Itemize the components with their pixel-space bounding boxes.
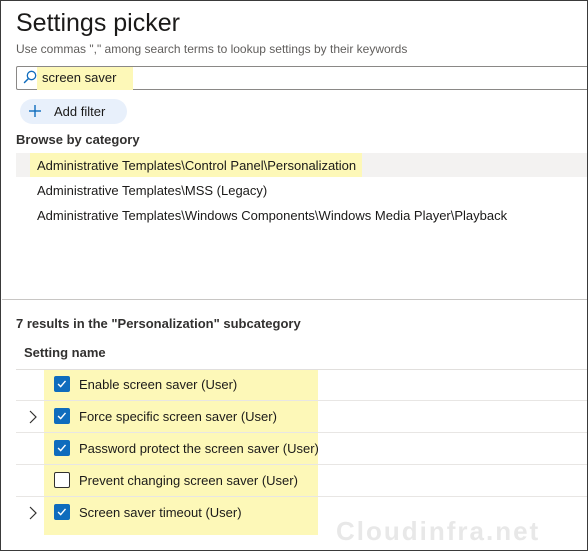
- category-item-media-player-playback[interactable]: Administrative Templates\Windows Compone…: [16, 203, 587, 227]
- checkbox-checked[interactable]: [54, 376, 70, 392]
- page-subtitle: Use commas "," among search terms to loo…: [16, 42, 408, 56]
- plus-icon: [29, 105, 41, 117]
- category-label: Administrative Templates\Control Panel\P…: [37, 158, 357, 173]
- setting-row[interactable]: Password protect the screen saver (User): [16, 433, 587, 465]
- search-value: screen saver: [42, 70, 117, 85]
- column-header-setting-name[interactable]: Setting name: [24, 345, 106, 360]
- category-item-mss-legacy[interactable]: Administrative Templates\MSS (Legacy): [16, 178, 587, 202]
- search-icon: [23, 70, 37, 84]
- chevron-right-icon[interactable]: [26, 505, 40, 521]
- checkbox-checked[interactable]: [54, 408, 70, 424]
- setting-row[interactable]: Prevent changing screen saver (User): [16, 465, 587, 497]
- search-input[interactable]: screen saver: [16, 66, 587, 90]
- setting-row[interactable]: Force specific screen saver (User): [16, 401, 587, 433]
- panel-divider[interactable]: [2, 299, 587, 300]
- browse-by-category-label: Browse by category: [16, 132, 140, 147]
- results-summary: 7 results in the "Personalization" subca…: [16, 316, 301, 331]
- chevron-right-icon[interactable]: [26, 409, 40, 425]
- checkbox-checked[interactable]: [54, 440, 70, 456]
- category-item-personalization[interactable]: Administrative Templates\Control Panel\P…: [16, 153, 587, 177]
- page-title: Settings picker: [16, 9, 180, 37]
- add-filter-label: Add filter: [54, 104, 106, 119]
- setting-label: Prevent changing screen saver (User): [79, 473, 298, 488]
- setting-row[interactable]: Enable screen saver (User): [16, 369, 587, 401]
- checkmark-icon: [57, 508, 67, 516]
- checkmark-icon: [57, 412, 67, 420]
- checkbox-checked[interactable]: [54, 504, 70, 520]
- setting-label: Enable screen saver (User): [79, 377, 238, 392]
- checkmark-icon: [57, 380, 67, 388]
- settings-picker-panel: Settings picker Use commas "," among sea…: [0, 0, 588, 551]
- setting-label: Password protect the screen saver (User): [79, 441, 319, 456]
- watermark-text: Cloudinfra.net: [336, 516, 541, 546]
- setting-label: Screen saver timeout (User): [79, 505, 242, 520]
- checkmark-icon: [57, 444, 67, 452]
- category-label: Administrative Templates\Windows Compone…: [37, 208, 508, 223]
- add-filter-button[interactable]: Add filter: [20, 99, 127, 124]
- checkbox-unchecked[interactable]: [54, 472, 70, 488]
- category-label: Administrative Templates\MSS (Legacy): [37, 183, 268, 198]
- setting-label: Force specific screen saver (User): [79, 409, 277, 424]
